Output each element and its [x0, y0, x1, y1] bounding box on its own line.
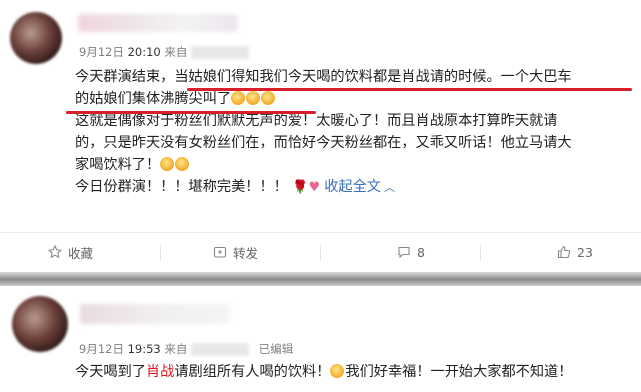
post-time: 19:53	[127, 342, 161, 356]
underlined-text-segment: 当姑娘们得知我们今天喝的饮料都是肖战请的时候。一个大巴车	[174, 69, 572, 85]
text-line-6: 今日份群演！！！堪称完美！！！ 🌹♥ 收起全文 ︿	[75, 176, 630, 198]
post-body: 今天群演结束，当姑娘们得知我们今天喝的饮料都是肖战请的时候。一个大巴车 的姑娘们…	[75, 66, 630, 198]
weibo-post-1: 9月12日 20:10 来自 今天群演结束，当姑娘们得知我们今天喝的饮料都是肖战…	[0, 0, 641, 272]
favorite-label: 收藏	[68, 245, 94, 261]
post-meta: 9月12日 20:10 来自	[79, 44, 250, 60]
rose-icon: 🌹	[292, 180, 309, 195]
emoji-icon	[246, 91, 261, 105]
post-meta: 9月12日 19:53 来自 已编辑	[79, 341, 293, 357]
like-icon	[557, 245, 571, 259]
like-count: 23	[577, 244, 593, 260]
text-segment: 今天群演结束，	[75, 69, 175, 85]
like-button[interactable]: 23	[557, 233, 593, 271]
highlight-underline	[66, 111, 316, 114]
heart-icon: ♥	[308, 180, 321, 195]
post-date: 9月12日	[79, 342, 124, 356]
collapse-link[interactable]: 收起全文	[324, 179, 381, 195]
avatar[interactable]	[10, 12, 62, 64]
divider	[320, 245, 321, 261]
repost-button[interactable]: 转发	[213, 233, 258, 271]
post-body: 今天喝到了肖战请剧组所有人喝的饮料！ 我们好幸福！一开始大家都不知道！	[75, 361, 630, 383]
comment-count: 8	[417, 244, 425, 260]
repost-label: 转发	[233, 245, 259, 261]
emoji-icon	[330, 364, 345, 378]
highlighted-name[interactable]: 肖战	[146, 364, 174, 380]
highlight-underline	[187, 88, 632, 91]
emoji-icon	[175, 157, 190, 171]
source-blurred	[191, 46, 250, 59]
text-segment: 今日份群演！！！堪称完美！！！	[75, 179, 288, 195]
post-date: 9月12日	[79, 45, 124, 59]
text-segment: 今天喝到了	[75, 364, 146, 380]
comment-button[interactable]: 8	[397, 233, 425, 271]
divider	[160, 245, 161, 261]
source-prefix: 来自	[164, 342, 188, 356]
avatar[interactable]	[12, 296, 68, 352]
post-time: 20:10	[127, 45, 161, 59]
repost-icon	[213, 246, 227, 258]
action-bar: 收藏 转发 8 23	[0, 232, 641, 271]
text-segment: 请剧组所有人喝的饮料！	[174, 364, 331, 380]
text-line-4: 的，只是昨天没有女粉丝们在，而恰好今天粉丝都在，又乖又听话！他立马请大	[75, 135, 572, 151]
text-segment: 家喝饮料了！	[75, 157, 161, 173]
underlined-text-segment: 的姑娘们集体沸腾尖叫了	[75, 91, 232, 107]
source-blurred	[191, 343, 250, 356]
username-blurred[interactable]	[80, 304, 230, 324]
weibo-post-2: 9月12日 19:53 来自 已编辑 今天喝到了肖战请剧组所有人喝的饮料！ 我们好…	[0, 286, 641, 392]
emoji-icon	[160, 157, 175, 171]
chevron-up-icon[interactable]: ︿	[384, 181, 395, 194]
text-line-5: 家喝饮料了！	[75, 154, 630, 176]
favorite-button[interactable]: 收藏	[48, 233, 93, 271]
divider	[480, 245, 481, 261]
comment-icon	[398, 246, 410, 259]
text-segment: 我们好幸福！一开始大家都不知道！	[345, 364, 573, 380]
favorite-icon	[48, 245, 62, 259]
text-line-1: 今天群演结束，当姑娘们得知我们今天喝的饮料都是肖战请的时候。一个大巴车	[75, 66, 630, 88]
text-line-1: 今天喝到了肖战请剧组所有人喝的饮料！ 我们好幸福！一开始大家都不知道！	[75, 361, 630, 383]
edited-label: 已编辑	[258, 342, 294, 356]
emoji-icon	[261, 91, 276, 105]
username-blurred[interactable]	[78, 14, 238, 32]
text-line-2: 的姑娘们集体沸腾尖叫了	[75, 88, 630, 110]
post-separator	[0, 272, 641, 286]
source-prefix: 来自	[164, 45, 188, 59]
emoji-icon	[231, 91, 246, 105]
